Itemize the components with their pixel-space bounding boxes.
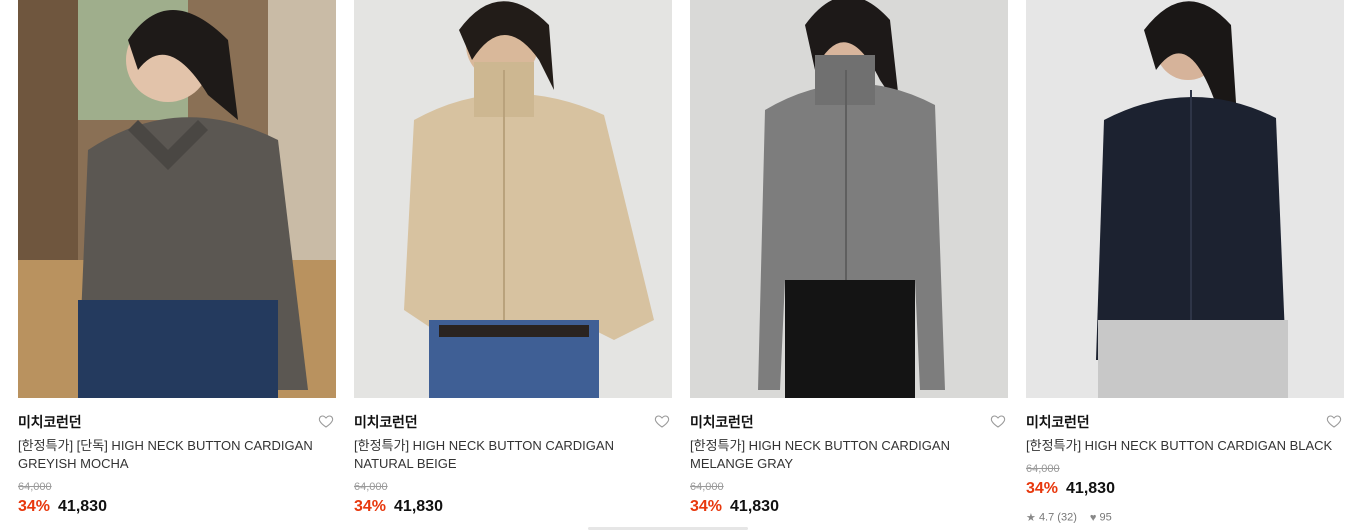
heart-filled-icon: ♥ [1089,511,1097,524]
review-meta: ★ 4.7 (32) ♥ 95 [1026,511,1112,525]
like-count: 95 [1099,511,1112,524]
review-count: (32) [1057,511,1077,524]
heart-outline-icon[interactable] [318,413,334,429]
star-icon: ★ [1026,512,1036,524]
heart-outline-icon[interactable] [990,413,1006,429]
product-image[interactable] [18,0,336,398]
heart-outline-icon[interactable] [654,413,670,429]
original-price: 64,000 [1026,463,1060,475]
discount-rate: 34% [1026,480,1059,497]
sale-price: 41,830 [58,498,107,515]
product-title[interactable]: [한정특가] HIGH NECK BUTTON CARDIGAN BLACK [1026,437,1344,455]
price-row: 34% 41,830 [1026,480,1115,498]
product-card[interactable]: 미치코런던 [한정특가] HIGH NECK BUTTON CARDIGAN M… [690,0,1008,530]
discount-rate: 34% [690,498,723,515]
rating-value: 4.7 [1038,511,1055,524]
brand-name[interactable]: 미치코런던 [690,412,754,432]
product-image[interactable] [1026,0,1344,398]
price-row: 34% 41,830 [18,498,107,516]
discount-rate: 34% [354,498,387,515]
product-image[interactable] [690,0,1008,398]
sale-price: 41,830 [730,498,779,515]
price-row: 34% 41,830 [354,498,443,516]
product-card[interactable]: 미치코런던 [한정특가] [단독] HIGH NECK BUTTON CARDI… [18,0,336,530]
product-card[interactable]: 미치코런던 [한정특가] HIGH NECK BUTTON CARDIGAN N… [354,0,672,530]
product-card[interactable]: 미치코런던 [한정특가] HIGH NECK BUTTON CARDIGAN B… [1026,0,1344,530]
brand-name[interactable]: 미치코런던 [18,412,82,432]
original-price: 64,000 [354,481,388,493]
original-price: 64,000 [690,481,724,493]
product-title[interactable]: [한정특가] [단독] HIGH NECK BUTTON CARDIGAN GR… [18,437,336,473]
product-title[interactable]: [한정특가] HIGH NECK BUTTON CARDIGAN NATURAL… [354,437,672,473]
original-price: 64,000 [18,481,52,493]
product-image[interactable] [354,0,672,398]
brand-name[interactable]: 미치코런던 [354,412,418,432]
sale-price: 41,830 [394,498,443,515]
price-row: 34% 41,830 [690,498,779,516]
sale-price: 41,830 [1066,480,1115,497]
brand-name[interactable]: 미치코런던 [1026,412,1090,432]
heart-outline-icon[interactable] [1326,413,1342,429]
product-title[interactable]: [한정특가] HIGH NECK BUTTON CARDIGAN MELANGE… [690,437,1008,473]
product-grid: 미치코런던 [한정특가] [단독] HIGH NECK BUTTON CARDI… [0,0,1363,530]
discount-rate: 34% [18,498,51,515]
